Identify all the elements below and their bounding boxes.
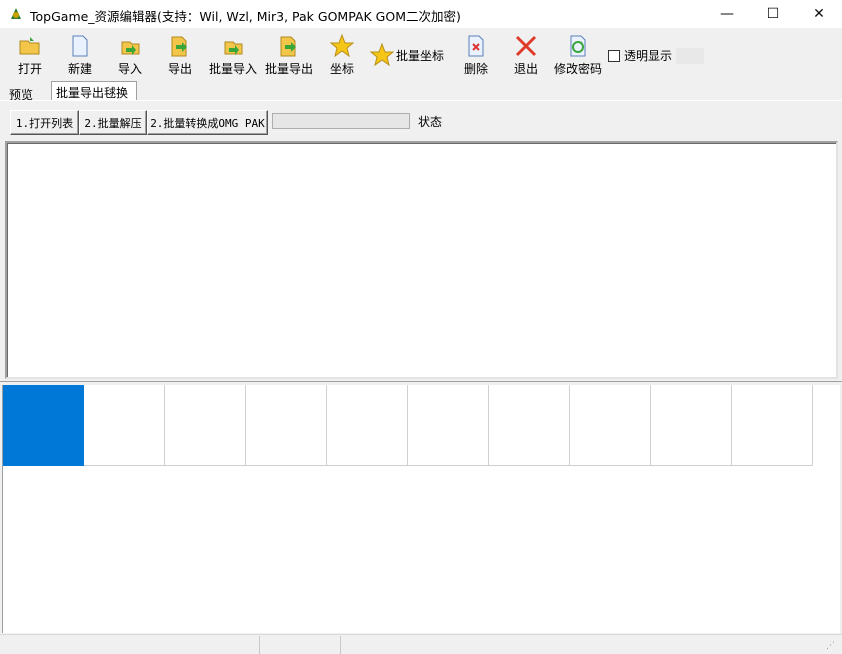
grid-cell[interactable]	[84, 385, 165, 466]
transparent-label: 透明显示	[624, 49, 673, 63]
status-panel	[340, 636, 341, 654]
log-textarea[interactable]	[5, 141, 838, 379]
batch-coordinates-label: 批量坐标	[396, 48, 445, 63]
open-list-button[interactable]: 1.打开列表	[10, 110, 79, 135]
change-password-button[interactable]: 修改密码	[552, 34, 604, 80]
star-icon	[370, 43, 394, 67]
tab-batch-export[interactable]: 批量导出毬换	[51, 81, 137, 101]
batch-import-icon	[224, 41, 243, 55]
export-icon	[171, 36, 187, 57]
batch-export-button[interactable]: 批量导出	[263, 34, 315, 80]
grid-cell[interactable]	[489, 385, 570, 466]
grid-cell[interactable]	[246, 385, 327, 466]
folder-open-icon	[19, 37, 40, 55]
batch-import-label: 批量导入	[208, 62, 257, 76]
status-bar	[0, 634, 842, 654]
image-grid[interactable]	[2, 385, 840, 633]
tab-divider	[0, 100, 842, 101]
resize-grip-icon[interactable]: ⋰	[826, 640, 838, 652]
star-icon	[330, 34, 354, 58]
exit-x-icon	[515, 35, 537, 57]
batch-coordinates-button[interactable]: 批量坐标	[370, 40, 450, 70]
maximize-button[interactable]: ☐	[750, 0, 796, 28]
change-password-label: 修改密码	[553, 62, 602, 76]
grid-cell[interactable]	[327, 385, 408, 466]
grid-cell[interactable]	[651, 385, 732, 466]
delete-file-icon	[468, 35, 484, 57]
new-file-icon	[72, 35, 88, 57]
delete-button[interactable]: 删除	[456, 34, 496, 80]
close-button[interactable]: ✕	[796, 0, 842, 28]
new-button[interactable]: 新建	[60, 34, 100, 80]
batch-export-label: 批量导出	[264, 62, 313, 76]
exit-button[interactable]: 退出	[506, 34, 546, 80]
coordinates-button[interactable]: 坐标	[322, 34, 362, 80]
open-label: 打开	[17, 62, 42, 76]
exit-label: 退出	[513, 62, 538, 76]
batch-convert-button[interactable]: 2.批量转换成OMG PAK	[147, 110, 268, 135]
export-button[interactable]: 导出	[160, 34, 200, 80]
import-button[interactable]: 导入	[110, 34, 150, 80]
minimize-button[interactable]: —	[704, 0, 750, 28]
batch-export-icon	[280, 36, 296, 57]
window-title: TopGame_资源编辑器(支持：Wil, Wzl, Mir3, Pak GOM…	[30, 9, 461, 24]
status-panel	[259, 636, 260, 654]
grid-cell[interactable]	[732, 385, 813, 466]
grid-cell[interactable]	[570, 385, 651, 466]
open-button[interactable]: 打开	[10, 34, 50, 80]
progress-bar	[272, 113, 410, 129]
grid-cell[interactable]	[3, 385, 84, 466]
refresh-password-icon	[570, 35, 586, 57]
grid-cell[interactable]	[408, 385, 489, 466]
batch-extract-button[interactable]: 2.批量解压	[79, 110, 147, 135]
import-icon	[121, 41, 140, 55]
delete-label: 删除	[463, 62, 488, 76]
batch-import-button[interactable]: 批量导入	[207, 34, 259, 80]
grid-cell[interactable]	[165, 385, 246, 466]
new-label: 新建	[67, 62, 92, 76]
coordinates-label: 坐标	[329, 62, 354, 76]
status-label: 状态	[418, 115, 443, 129]
app-logo-icon	[8, 6, 24, 22]
import-label: 导入	[117, 62, 142, 76]
transparent-bar	[676, 48, 704, 64]
transparent-checkbox[interactable]	[608, 50, 620, 62]
export-label: 导出	[167, 62, 192, 76]
